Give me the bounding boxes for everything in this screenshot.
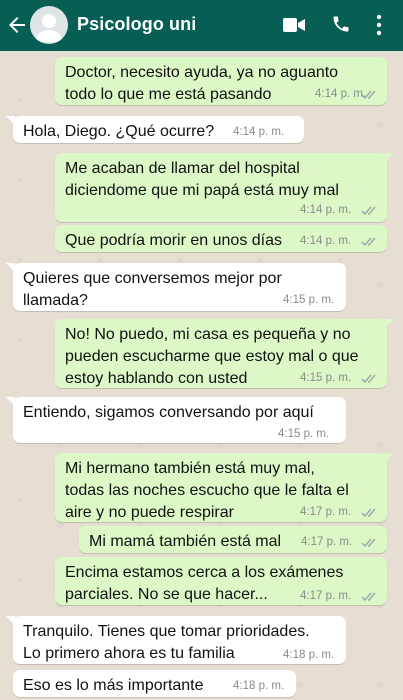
message-timestamp: 4:18 p. m. [233, 680, 285, 692]
bubble-tail [385, 453, 394, 462]
message-timestamp: 4:17 p. m. [300, 506, 352, 518]
read-receipt-icon [361, 508, 376, 518]
read-receipt-icon [361, 90, 376, 100]
outgoing-message[interactable]: Mi hermano también está muy mal, todas l… [55, 453, 394, 522]
message-timestamp: 4:17 p. m. [301, 536, 353, 548]
bubble-tail [6, 263, 15, 272]
message-timestamp: 4:15 p. m. [283, 294, 335, 306]
back-arrow-icon[interactable] [5, 13, 29, 37]
outgoing-message[interactable]: Mi mamá también está mal 4:17 p. m. [79, 526, 387, 553]
message-text: Tranquilo. Tienes que tomar prioridades.… [23, 623, 310, 662]
bubble-tail [385, 319, 394, 328]
incoming-message[interactable]: Eso es lo más importante 4:18 p. m. [13, 670, 296, 697]
message-timestamp: 4:14 p. m. [300, 235, 352, 247]
incoming-message[interactable]: Quieres que conversemos mejor por llamad… [6, 263, 346, 311]
outgoing-message[interactable]: No! No puedo, mi casa es pequeña y no pu… [55, 319, 394, 388]
message-text: Que podría morir en unos días [65, 232, 283, 249]
message-text: Me acaban de llamar del hospital diciend… [65, 160, 339, 199]
outgoing-message[interactable]: Que podría morir en unos días 4:14 p. m. [55, 225, 387, 252]
message-timestamp: 4:14 p. m. [233, 126, 285, 138]
bubble-tail [6, 397, 15, 406]
message-text: Hola, Diego. ¿Qué ocurre? [23, 123, 215, 140]
read-receipt-icon [361, 206, 376, 216]
message-timestamp: 4:17 p. m. [300, 590, 352, 602]
outgoing-message[interactable]: Encima estamos cerca a los exámenes parc… [55, 557, 387, 605]
voice-call-icon[interactable] [331, 14, 351, 34]
read-receipt-icon [361, 374, 376, 384]
read-receipt-icon [361, 538, 376, 548]
contact-name[interactable]: Psicologo uni [77, 14, 196, 35]
video-call-icon[interactable] [283, 16, 305, 34]
message-timestamp: 4:15 p. m. [278, 428, 330, 440]
message-text: Eso es lo más importante [23, 677, 204, 694]
message-timestamp: 4:14 p. m. [300, 204, 352, 216]
message-text: Entiendo, sigamos conversando por aquí [23, 404, 314, 421]
bubble-tail [6, 116, 15, 125]
incoming-message[interactable]: Tranquilo. Tienes que tomar prioridades.… [6, 616, 346, 664]
message-text: Mi mamá también está mal [89, 533, 282, 550]
message-timestamp: 4:14 p. m. [315, 88, 367, 100]
read-receipt-icon [361, 592, 376, 602]
incoming-message[interactable]: Hola, Diego. ¿Qué ocurre? 4:14 p. m. [6, 116, 304, 143]
message-timestamp: 4:15 p. m. [300, 372, 352, 384]
read-receipt-icon [361, 237, 376, 247]
bubble-tail [6, 616, 15, 625]
message-timestamp: 4:18 p. m. [283, 649, 335, 661]
default-avatar-icon [35, 14, 63, 42]
chat-header: Psicologo uni [0, 0, 403, 51]
bubble-tail [385, 153, 394, 162]
message-text: Quieres que conversemos mejor por llamad… [23, 270, 282, 309]
outgoing-message[interactable]: Me acaban de llamar del hospital diciend… [55, 153, 394, 222]
outgoing-message[interactable]: Doctor, necesito ayuda, ya no aguanto to… [55, 57, 387, 105]
incoming-message[interactable]: Entiendo, sigamos conversando por aquí 4:… [6, 397, 346, 443]
message-text: Doctor, necesito ayuda, ya no aguanto to… [65, 64, 339, 103]
avatar[interactable] [30, 6, 68, 44]
more-options-icon[interactable] [375, 14, 383, 36]
